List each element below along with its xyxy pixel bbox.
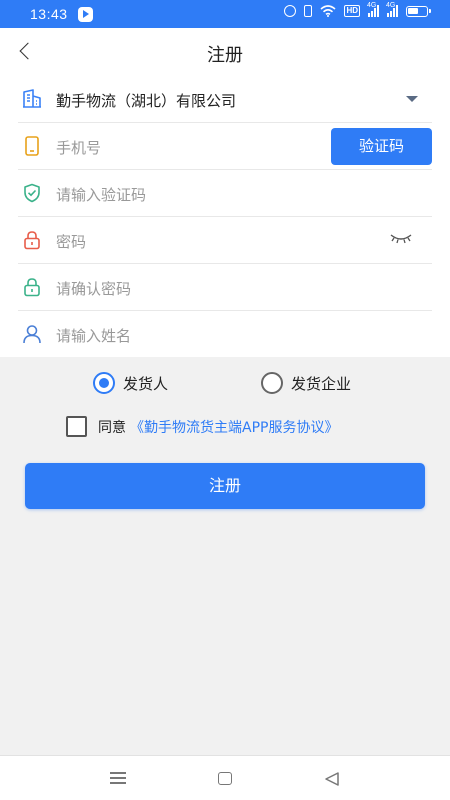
agree-label: 同意: [98, 419, 126, 436]
home-icon[interactable]: [218, 772, 232, 785]
company-name: 勤手物流（湖北）有限公司: [56, 92, 237, 110]
phone-input[interactable]: 手机号: [56, 137, 101, 158]
radio-shipper-company[interactable]: 发货企业: [261, 372, 351, 394]
status-time: 13:43: [30, 6, 68, 22]
phone-icon: [25, 136, 39, 156]
name-input[interactable]: 请输入姓名: [56, 325, 131, 346]
signal-icon-2: 4G: [386, 2, 398, 17]
vibrate-icon: [304, 5, 313, 17]
eye-closed-icon[interactable]: [390, 233, 412, 245]
signal-icon-1: 4G: [367, 2, 379, 17]
system-nav-bar: [0, 755, 450, 800]
agreement-link[interactable]: 《勤手物流货主端APP服务协议》: [130, 417, 338, 437]
phone-row: 手机号 验证码: [18, 123, 432, 170]
radio-unchecked-icon: [261, 372, 283, 394]
dropdown-arrow-icon: [406, 96, 418, 102]
confirm-password-input[interactable]: 请确认密码: [56, 278, 131, 299]
code-input[interactable]: 请输入验证码: [56, 184, 146, 205]
header: 注册: [0, 28, 450, 76]
lock-confirm-icon: [24, 278, 40, 297]
status-icons: HD 4G 4G: [284, 2, 431, 17]
hd-icon: HD: [344, 5, 360, 17]
register-form: 勤手物流（湖北）有限公司 手机号 验证码 请输入验证码 密码 请确认密码 请输入…: [0, 76, 450, 357]
lock-icon: [24, 231, 40, 250]
register-button[interactable]: 注册: [25, 463, 425, 509]
get-code-button[interactable]: 验证码: [331, 128, 432, 165]
radio-checked-icon: [93, 372, 115, 394]
radio-shipper[interactable]: 发货人: [93, 372, 168, 394]
status-bar: 13:43 HD 4G 4G: [0, 0, 450, 28]
password-row: 密码: [18, 217, 432, 264]
name-row: 请输入姓名: [18, 311, 432, 358]
signal-label-2: 4G: [386, 2, 396, 9]
page-title: 注册: [207, 45, 243, 66]
signal-label-1: 4G: [367, 2, 377, 9]
app-notification-icon: [78, 7, 93, 22]
agreement-row: 同意 《勤手物流货主端APP服务协议》: [66, 416, 338, 437]
company-select[interactable]: 勤手物流（湖北）有限公司: [18, 76, 432, 123]
menu-icon[interactable]: [110, 772, 126, 784]
user-icon: [23, 325, 41, 344]
alarm-icon: [284, 5, 297, 17]
building-icon: [23, 89, 41, 108]
confirm-password-row: 请确认密码: [18, 264, 432, 311]
wifi-icon: [320, 5, 336, 17]
shield-icon: [24, 183, 40, 203]
radio-shipper-company-label: 发货企业: [291, 374, 352, 393]
code-row: 请输入验证码: [18, 170, 432, 217]
battery-icon: [406, 5, 431, 17]
radio-shipper-label: 发货人: [123, 374, 169, 393]
nav-back-icon[interactable]: [324, 771, 340, 787]
password-input[interactable]: 密码: [56, 231, 86, 252]
agree-checkbox[interactable]: [66, 416, 87, 437]
role-selector: 发货人 发货企业: [0, 370, 450, 398]
